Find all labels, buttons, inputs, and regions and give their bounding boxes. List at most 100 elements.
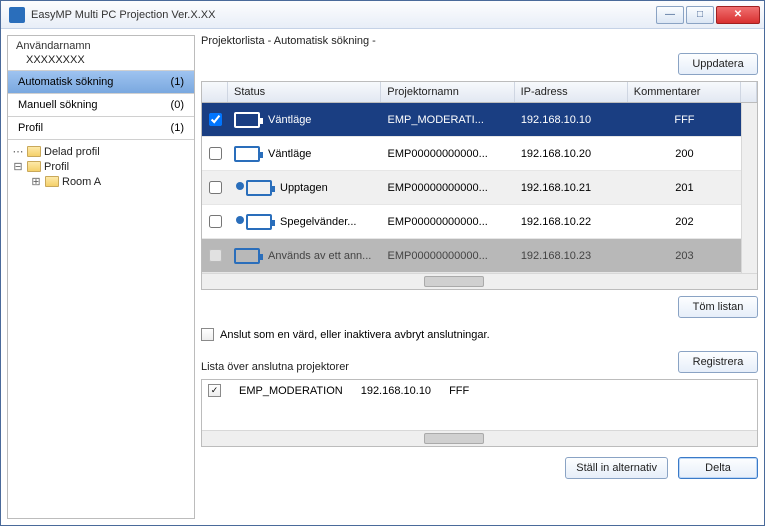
row-status: Upptagen (280, 182, 328, 194)
main-panel: Projektorlista - Automatisk sökning - Up… (201, 35, 758, 519)
close-button[interactable]: ✕ (716, 6, 760, 24)
tree-expand-icon[interactable]: ⊞ (30, 175, 42, 188)
tree-label: Profil (44, 161, 69, 173)
scrollbar-thumb[interactable] (424, 276, 484, 287)
row-status: Spegelvänder... (280, 216, 356, 228)
folder-icon (27, 146, 41, 157)
row-comment: 203 (628, 250, 741, 262)
row-status: Används av ett ann... (268, 250, 371, 262)
connected-row-checkbox[interactable]: ✓ (208, 384, 221, 397)
nav-count: (0) (171, 99, 184, 111)
projector-icon (234, 146, 260, 162)
tree-profile[interactable]: ⊟ Profil (12, 159, 190, 174)
nav-label: Automatisk sökning (18, 76, 113, 88)
connected-list: ✓ EMP_MODERATION 192.168.10.10 FFF (201, 379, 758, 447)
nav-label: Profil (18, 122, 43, 134)
horizontal-scrollbar[interactable] (202, 430, 757, 446)
projector-busy-icon (246, 180, 272, 196)
row-status: Väntläge (268, 114, 311, 126)
row-checkbox[interactable] (209, 181, 222, 194)
app-window: EasyMP Multi PC Projection Ver.X.XX — □ … (0, 0, 765, 526)
row-comment: 202 (628, 216, 741, 228)
update-button[interactable]: Uppdatera (678, 53, 758, 75)
row-checkbox[interactable] (209, 215, 222, 228)
nav-profile[interactable]: Profil (1) (8, 117, 194, 140)
col-ip-address[interactable]: IP-adress (515, 82, 628, 102)
row-ip: 192.168.10.23 (515, 250, 628, 262)
projector-icon (234, 112, 260, 128)
scrollbar-thumb[interactable] (424, 433, 484, 444)
projector-list-label: Projektorlista - Automatisk sökning - (201, 35, 758, 47)
nav-auto-search[interactable]: Automatisk sökning (1) (8, 71, 194, 94)
host-checkbox-label: Anslut som en värd, eller inaktivera avb… (220, 329, 490, 341)
table-row[interactable]: Spegelvänder... EMP00000000000... 192.16… (202, 205, 757, 239)
host-checkbox[interactable] (201, 328, 214, 341)
nav-count: (1) (171, 76, 184, 88)
tree-label: Room A (62, 176, 101, 188)
table-row[interactable]: Väntläge EMP00000000000... 192.168.10.20… (202, 137, 757, 171)
footer-buttons: Ställ in alternativ Delta (201, 453, 758, 479)
row-comment: FFF (628, 114, 741, 126)
connected-list-label: Lista över anslutna projektorer (201, 361, 349, 373)
row-name: EMP00000000000... (382, 250, 515, 262)
projector-grid: Status Projektornamn IP-adress Kommentar… (201, 81, 758, 290)
app-title: EasyMP Multi PC Projection Ver.X.XX (31, 9, 656, 21)
nav-count: (1) (171, 122, 184, 134)
col-projector-name[interactable]: Projektornamn (381, 82, 514, 102)
row-ip: 192.168.10.22 (515, 216, 628, 228)
row-ip: 192.168.10.20 (515, 148, 628, 160)
grid-header: Status Projektornamn IP-adress Kommentar… (202, 82, 757, 103)
list-item[interactable]: ✓ EMP_MODERATION 192.168.10.10 FFF (208, 384, 751, 397)
horizontal-scrollbar[interactable] (202, 273, 757, 289)
table-row[interactable]: Används av ett ann... EMP00000000000... … (202, 239, 757, 273)
grid-body: Väntläge EMP_MODERATI... 192.168.10.10 F… (202, 103, 757, 273)
minimize-button[interactable]: — (656, 6, 684, 24)
join-button[interactable]: Delta (678, 457, 758, 479)
connected-row-ip: 192.168.10.10 (361, 385, 431, 397)
table-row[interactable]: Väntläge EMP_MODERATI... 192.168.10.10 F… (202, 103, 757, 137)
host-checkbox-row: Anslut som en värd, eller inaktivera avb… (201, 324, 758, 345)
row-status: Väntläge (268, 148, 311, 160)
maximize-button[interactable]: □ (686, 6, 714, 24)
app-icon (9, 7, 25, 23)
projector-icon (234, 248, 260, 264)
content-area: Användarnamn XXXXXXXX Automatisk sökning… (1, 29, 764, 525)
clear-list-button[interactable]: Töm listan (678, 296, 758, 318)
col-checkbox (202, 82, 228, 102)
row-comment: 200 (628, 148, 741, 160)
options-button[interactable]: Ställ in alternativ (565, 457, 668, 479)
register-button[interactable]: Registrera (678, 351, 758, 373)
username-value: XXXXXXXX (16, 52, 186, 66)
row-ip: 192.168.10.10 (515, 114, 628, 126)
row-checkbox[interactable] (209, 147, 222, 160)
row-comment: 201 (628, 182, 741, 194)
projector-mirror-icon (246, 214, 272, 230)
tree-collapse-icon[interactable]: ⊟ (12, 160, 24, 173)
col-scroll-spacer (741, 82, 757, 102)
row-checkbox (209, 249, 222, 262)
row-ip: 192.168.10.21 (515, 182, 628, 194)
row-checkbox[interactable] (209, 113, 222, 126)
folder-icon (45, 176, 59, 187)
window-buttons: — □ ✕ (656, 6, 760, 24)
titlebar: EasyMP Multi PC Projection Ver.X.XX — □ … (1, 1, 764, 29)
row-name: EMP00000000000... (382, 148, 515, 160)
nav-manual-search[interactable]: Manuell sökning (0) (8, 94, 194, 117)
connected-row-comment: FFF (449, 385, 469, 397)
tree-dots-icon: ⋯ (12, 145, 24, 158)
col-status[interactable]: Status (228, 82, 381, 102)
sidebar: Användarnamn XXXXXXXX Automatisk sökning… (7, 35, 195, 519)
connected-row-name: EMP_MODERATION (239, 385, 343, 397)
username-label: Användarnamn (16, 40, 186, 52)
table-row[interactable]: Upptagen EMP00000000000... 192.168.10.21… (202, 171, 757, 205)
nav-label: Manuell sökning (18, 99, 98, 111)
row-name: EMP00000000000... (382, 182, 515, 194)
vertical-scrollbar[interactable] (741, 103, 757, 273)
row-name: EMP00000000000... (382, 216, 515, 228)
tree-label: Delad profil (44, 146, 100, 158)
profile-tree: ⋯ Delad profil ⊟ Profil ⊞ Room A (8, 140, 194, 193)
folder-icon (27, 161, 41, 172)
col-comment[interactable]: Kommentarer (628, 82, 741, 102)
tree-shared-profile[interactable]: ⋯ Delad profil (12, 144, 190, 159)
tree-room-a[interactable]: ⊞ Room A (12, 174, 190, 189)
